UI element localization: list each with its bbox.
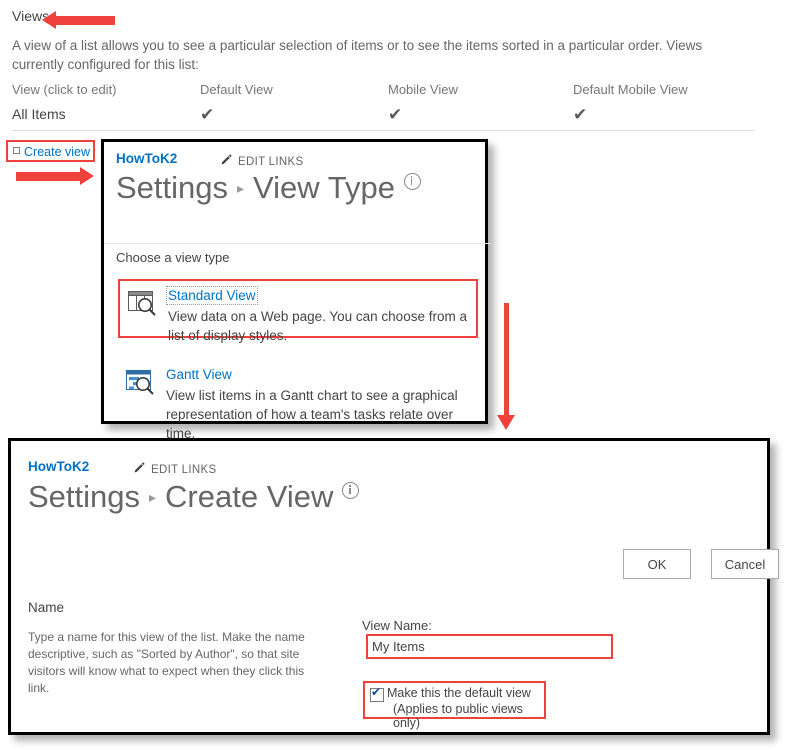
edit-links-button[interactable]: EDIT LINKS — [133, 461, 216, 477]
gantt-view-icon — [126, 370, 156, 396]
divider — [104, 243, 491, 244]
info-icon[interactable] — [404, 173, 421, 190]
column-header-default-view: Default View — [200, 82, 273, 97]
standard-view-icon — [128, 291, 158, 317]
gantt-view-link[interactable]: Gantt View — [166, 367, 232, 382]
create-view-panel: HowToK2 EDIT LINKS Settings▸Create View … — [8, 438, 770, 735]
column-header-mobile-view: Mobile View — [388, 82, 458, 97]
create-view-breadcrumb: Settings ▸ Create View — [28, 479, 359, 515]
divider — [12, 130, 754, 131]
pencil-icon — [220, 153, 233, 169]
view-option-gantt[interactable]: Gantt View View list items in a Gantt ch… — [118, 360, 478, 420]
create-view-label: Create view — [24, 145, 90, 159]
view-type-breadcrumb: Settings ▸ View Type — [116, 170, 421, 206]
view-option-standard[interactable]: Standard View View data on a Web page. Y… — [118, 279, 478, 338]
view-name-field-highlight: My Items — [366, 634, 613, 659]
check-icon-default-mobile-view: ✔ — [573, 106, 587, 123]
arrow-head-right-icon — [80, 167, 94, 185]
create-view-suite-bar: HowToK2 EDIT LINKS — [28, 459, 428, 479]
view-name-input[interactable]: My Items — [372, 639, 425, 654]
views-arrow-left — [42, 11, 115, 29]
site-title-link[interactable]: HowToK2 — [116, 151, 177, 166]
breadcrumb-current: Create View — [165, 479, 333, 514]
column-header-default-mobile-view: Default Mobile View — [573, 82, 688, 97]
views-description: A view of a list allows you to see a par… — [12, 36, 752, 74]
default-view-checkbox-highlight: Make this the default view (Applies to p… — [363, 681, 546, 719]
breadcrumb-current: View Type — [253, 170, 395, 205]
standard-view-link[interactable]: Standard View — [168, 288, 256, 303]
gantt-view-text: Gantt View View list items in a Gantt ch… — [166, 366, 466, 443]
info-icon[interactable] — [342, 482, 359, 499]
site-title-link[interactable]: HowToK2 — [28, 459, 89, 474]
create-view-link[interactable]: Create view — [6, 140, 95, 162]
arrow-head-left-icon — [42, 11, 56, 29]
view-type-suite-bar: HowToK2 EDIT LINKS — [116, 151, 476, 171]
breadcrumb-settings[interactable]: Settings — [116, 170, 228, 205]
edit-links-label: EDIT LINKS — [151, 464, 216, 476]
arrow-head-down-icon — [497, 415, 515, 430]
default-view-checkbox-sublabel: (Applies to public views only) — [393, 702, 544, 730]
cancel-button[interactable]: Cancel — [711, 549, 779, 579]
standard-view-text: Standard View View data on a Web page. Y… — [168, 287, 468, 345]
view-name-label: View Name: — [362, 618, 432, 633]
create-view-arrow-right — [16, 167, 96, 185]
edit-links-button[interactable]: EDIT LINKS — [220, 153, 303, 169]
breadcrumb-settings[interactable]: Settings — [28, 479, 140, 514]
arrow-shaft — [504, 303, 509, 417]
name-section-header: Name — [28, 600, 64, 615]
bullet-icon — [13, 147, 20, 154]
column-header-view: View (click to edit) — [12, 82, 117, 97]
arrow-shaft — [55, 16, 115, 25]
name-section-description: Type a name for this view of the list. M… — [28, 629, 328, 697]
flow-arrow-down — [497, 303, 515, 431]
gantt-view-description: View list items in a Gantt chart to see … — [166, 386, 466, 443]
check-icon-mobile-view: ✔ — [388, 106, 402, 123]
table-row-view-name[interactable]: All Items — [12, 106, 66, 122]
breadcrumb-separator-icon: ▸ — [149, 489, 156, 505]
pencil-icon — [133, 461, 146, 477]
check-icon-default-view: ✔ — [200, 106, 214, 123]
default-view-checkbox[interactable] — [370, 688, 384, 702]
view-type-panel: HowToK2 EDIT LINKS Settings ▸ View Type Ch… — [101, 139, 488, 424]
breadcrumb-separator-icon: ▸ — [237, 180, 244, 196]
standard-view-description: View data on a Web page. You can choose … — [168, 307, 468, 345]
arrow-shaft — [16, 172, 82, 181]
default-view-checkbox-label: Make this the default view — [387, 686, 531, 700]
ok-button[interactable]: OK — [623, 549, 691, 579]
choose-view-type-label: Choose a view type — [116, 250, 229, 265]
edit-links-label: EDIT LINKS — [238, 156, 303, 168]
create-view-link-content: Create view — [13, 145, 90, 159]
